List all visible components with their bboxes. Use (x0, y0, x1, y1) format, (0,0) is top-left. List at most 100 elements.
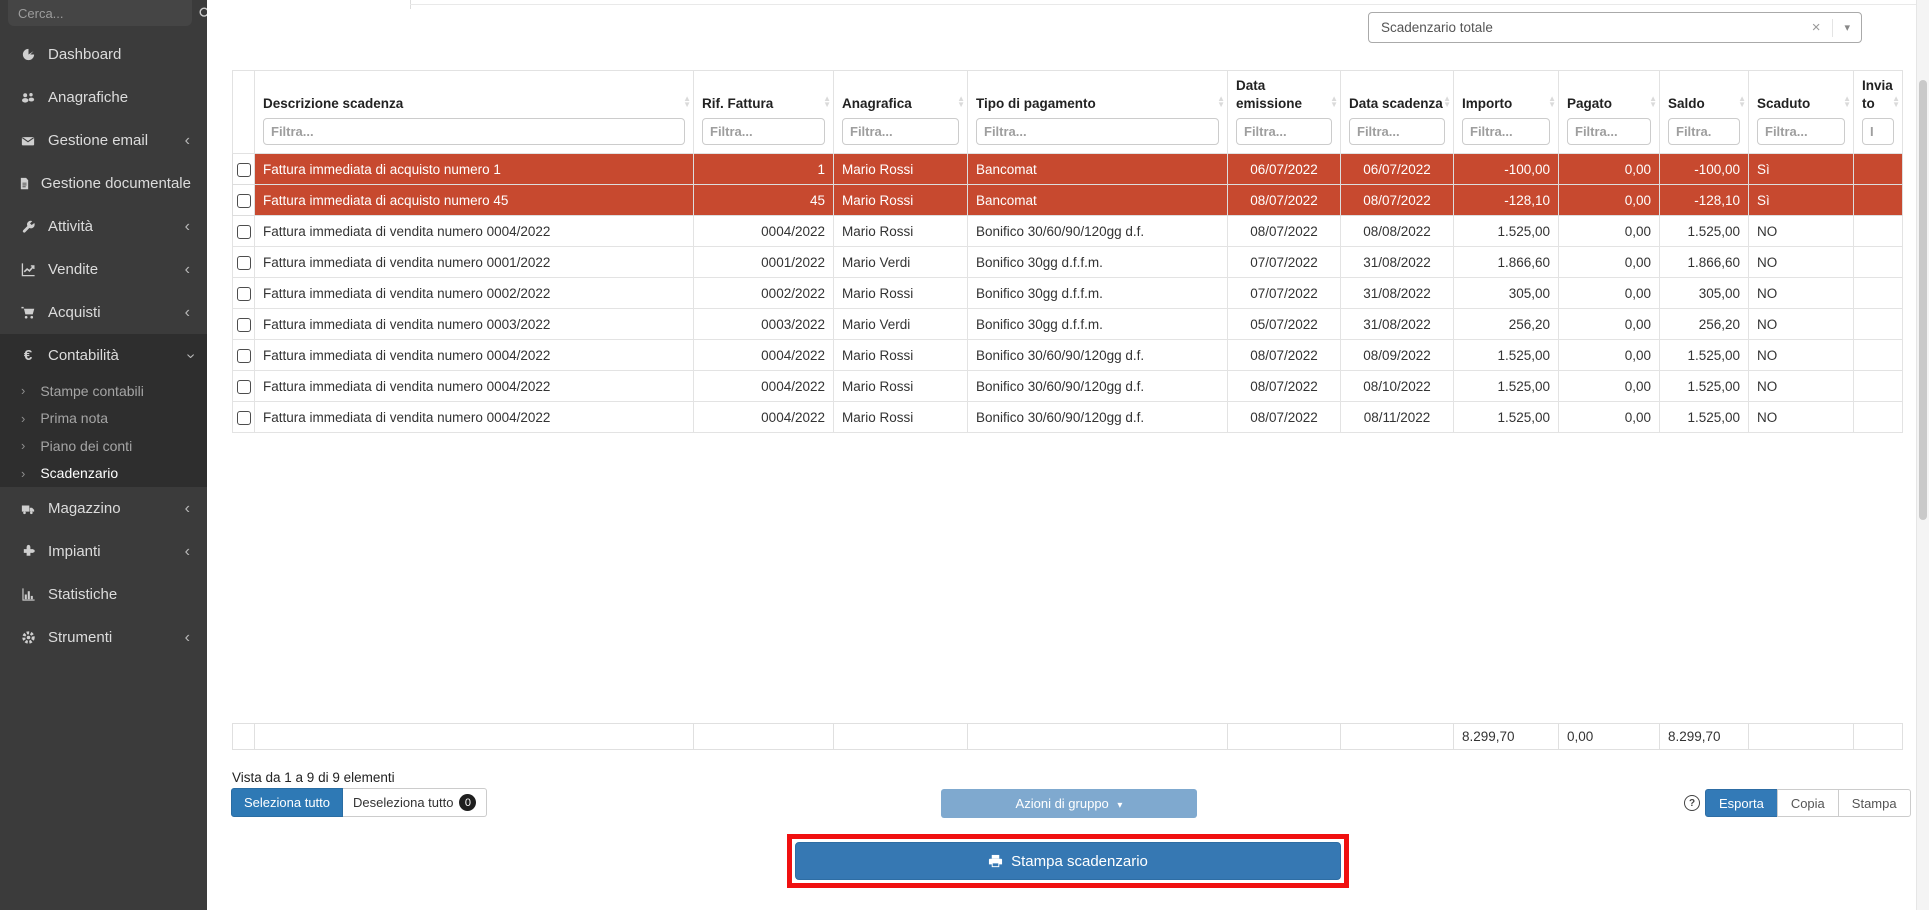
row-checkbox[interactable] (237, 287, 251, 301)
sort-icons[interactable]: ▲▼ (1738, 96, 1746, 107)
row-checkbox[interactable] (237, 256, 251, 270)
sort-icons[interactable]: ▲▼ (683, 96, 691, 107)
sort-icons[interactable]: ▲▼ (1443, 96, 1451, 107)
table-row[interactable]: Fattura immediata di vendita numero 0004… (233, 340, 1903, 371)
cell: 0002/2022 (694, 278, 834, 309)
sidebar-item-statistiche[interactable]: Statistiche (0, 573, 207, 616)
sidebar-item-scadenzario[interactable]: ›Scadenzario (0, 460, 207, 488)
sidebar-item-label: Strumenti (48, 629, 112, 646)
table-row[interactable]: Fattura immediata di vendita numero 0004… (233, 216, 1903, 247)
cell: Bancomat (968, 154, 1228, 185)
sidebar-item-dashboard[interactable]: Dashboard (0, 33, 207, 76)
sidebar-item-piano-dei-conti[interactable]: ›Piano dei conti (0, 432, 207, 460)
column-header-saldo[interactable]: ▲▼Saldo (1660, 71, 1749, 154)
sidebar-item-vendite[interactable]: Vendite‹ (0, 248, 207, 291)
help-icon[interactable]: ? (1684, 795, 1700, 811)
chevron-down-icon[interactable]: ▾ (1833, 21, 1861, 34)
column-header-rif-fattura[interactable]: ▲▼Rif. Fattura (694, 71, 834, 154)
column-filter-input[interactable] (1462, 118, 1550, 145)
table-row[interactable]: Fattura immediata di vendita numero 0004… (233, 402, 1903, 433)
group-actions-button[interactable]: Azioni di gruppo ▾ (941, 789, 1197, 818)
sidebar-search[interactable] (8, 0, 192, 26)
column-header-inviato[interactable]: ▲▼Inviato (1854, 71, 1903, 154)
sidebar-item-attivita[interactable]: Attività‹ (0, 205, 207, 248)
sidebar-item-gestione-email[interactable]: Gestione email‹ (0, 119, 207, 162)
print-schedule-button[interactable]: Stampa scadenzario (795, 842, 1341, 880)
cell: Mario Rossi (834, 278, 968, 309)
sort-icons[interactable]: ▲▼ (1217, 96, 1225, 107)
column-filter-input[interactable] (842, 118, 959, 145)
sidebar-item-magazzino[interactable]: Magazzino‹ (0, 487, 207, 530)
chevron-left-icon: ‹ (185, 630, 190, 646)
sidebar-item-stampe-contabili[interactable]: ›Stampe contabili (0, 377, 207, 405)
table-row[interactable]: Fattura immediata di acquisto numero 11M… (233, 154, 1903, 185)
sidebar-item-anagrafiche[interactable]: Anagrafiche (0, 76, 207, 119)
cell: 0,00 (1559, 340, 1660, 371)
sidebar-item-impianti[interactable]: Impianti‹ (0, 530, 207, 573)
sort-icons[interactable]: ▲▼ (1649, 96, 1657, 107)
search-icon[interactable] (198, 1, 207, 20)
line-chart-icon (16, 262, 40, 277)
sort-icons[interactable]: ▲▼ (823, 96, 831, 107)
column-header-scaduto[interactable]: ▲▼Scaduto (1749, 71, 1854, 154)
table-row[interactable]: Fattura immediata di vendita numero 0003… (233, 309, 1903, 340)
scrollbar-thumb[interactable] (1919, 80, 1927, 520)
table-row[interactable]: Fattura immediata di vendita numero 0004… (233, 371, 1903, 402)
column-filter-input[interactable] (1862, 118, 1894, 145)
cell: 1.525,00 (1454, 371, 1559, 402)
row-checkbox[interactable] (237, 225, 251, 239)
row-checkbox-cell (233, 371, 255, 402)
row-checkbox[interactable] (237, 163, 251, 177)
row-checkbox[interactable] (237, 194, 251, 208)
chevron-right-icon: › (21, 383, 25, 398)
sidebar-item-contabilita[interactable]: €Contabilità› (0, 334, 207, 377)
column-filter-input[interactable] (1236, 118, 1332, 145)
sidebar-item-prima-nota[interactable]: ›Prima nota (0, 405, 207, 433)
column-filter-input[interactable] (976, 118, 1219, 145)
select-all-button[interactable]: Seleziona tutto (231, 788, 343, 817)
clear-icon[interactable]: × (1800, 19, 1833, 36)
sort-icons[interactable]: ▲▼ (1330, 96, 1338, 107)
export-button[interactable]: Esporta (1705, 789, 1778, 817)
column-header-data-emissione[interactable]: ▲▼Data emissione (1228, 71, 1341, 154)
sidebar-item-acquisti[interactable]: Acquisti‹ (0, 291, 207, 334)
view-selector[interactable]: Scadenzario totale × ▾ (1368, 12, 1862, 43)
cell: Bonifico 30/60/90/120gg d.f. (968, 216, 1228, 247)
cell: Mario Rossi (834, 216, 968, 247)
sidebar-item-label: Acquisti (48, 304, 101, 321)
sort-icons[interactable]: ▲▼ (1843, 96, 1851, 107)
row-checkbox[interactable] (237, 349, 251, 363)
print-button[interactable]: Stampa (1838, 789, 1911, 817)
row-checkbox[interactable] (237, 318, 251, 332)
column-filter-input[interactable] (1668, 118, 1740, 145)
sort-icons[interactable]: ▲▼ (1892, 96, 1900, 107)
sort-icons[interactable]: ▲▼ (957, 96, 965, 107)
column-header-data-scadenza[interactable]: ▲▼Data scadenza (1341, 71, 1454, 154)
column-filter-input[interactable] (1349, 118, 1445, 145)
cell: Mario Rossi (834, 402, 968, 433)
deselect-all-button[interactable]: Deseleziona tutto 0 (343, 788, 487, 817)
column-header-anagrafica[interactable]: ▲▼Anagrafica (834, 71, 968, 154)
column-filter-input[interactable] (1567, 118, 1651, 145)
column-filter-input[interactable] (263, 118, 685, 145)
column-header-pagato[interactable]: ▲▼Pagato (1559, 71, 1660, 154)
scrollbar[interactable] (1916, 0, 1929, 910)
row-checkbox-cell (233, 247, 255, 278)
table-row[interactable]: Fattura immediata di vendita numero 0001… (233, 247, 1903, 278)
table-row[interactable]: Fattura immediata di acquisto numero 454… (233, 185, 1903, 216)
sidebar-item-gestione-documentale[interactable]: Gestione documentale (0, 162, 207, 205)
search-input[interactable] (8, 0, 198, 21)
column-header-descrizione-scadenza[interactable]: ▲▼Descrizione scadenza (255, 71, 694, 154)
row-checkbox[interactable] (237, 411, 251, 425)
column-header-tipo-di-pagamento[interactable]: ▲▼Tipo di pagamento (968, 71, 1228, 154)
chevron-left-icon: ‹ (185, 133, 190, 149)
sort-icons[interactable]: ▲▼ (1548, 96, 1556, 107)
table-row[interactable]: Fattura immediata di vendita numero 0002… (233, 278, 1903, 309)
column-filter-input[interactable] (1757, 118, 1845, 145)
sidebar-item-strumenti[interactable]: Strumenti ‹ (0, 616, 207, 659)
column-label: Inviato (1862, 77, 1894, 112)
column-filter-input[interactable] (702, 118, 825, 145)
copy-button[interactable]: Copia (1777, 789, 1839, 817)
column-header-importo[interactable]: ▲▼Importo (1454, 71, 1559, 154)
row-checkbox[interactable] (237, 380, 251, 394)
